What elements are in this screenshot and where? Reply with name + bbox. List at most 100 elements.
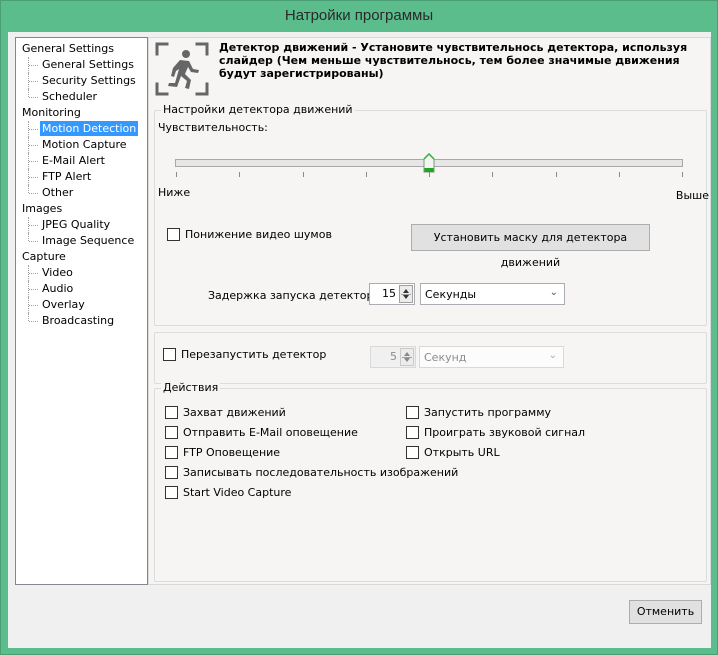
detector-settings-title: Настройки детектора движений [161,103,355,117]
action-checkbox[interactable] [406,426,419,439]
sensitivity-slider-thumb[interactable] [423,152,435,173]
tree-item-label: Other [42,186,74,199]
slider-min-label: Ниже [158,186,191,199]
slider-tick [492,172,493,177]
tree-item-label: Capture [22,250,66,263]
action-checkbox-row[interactable]: Записывать последовательность изображени… [165,466,458,479]
action-checkbox-row[interactable]: Start Video Capture [165,486,291,499]
tree-item[interactable]: Motion Capture [16,137,147,153]
action-label: Запустить программу [424,406,551,419]
action-checkbox[interactable] [406,406,419,419]
noise-reduction-label: Понижение видео шумов [185,228,332,241]
slider-tick [682,172,683,177]
tree-item[interactable]: JPEG Quality [16,217,147,233]
tree-item-label: Scheduler [42,90,98,103]
tree-item[interactable]: Broadcasting [16,313,147,329]
tree-item-label: General Settings [22,42,114,55]
chevron-down-icon: ⌄ [549,287,558,298]
tree-item-label: General Settings [42,58,134,71]
action-checkbox-row[interactable]: FTP Оповещение [165,446,280,459]
slider-tick [366,172,367,177]
tree-item[interactable]: Motion Detection [16,121,147,137]
slider-tick [556,172,557,177]
tree-item-label: Image Sequence [42,234,135,247]
noise-reduction-checkbox-row[interactable]: Понижение видео шумов [167,228,332,241]
settings-window: Натройки программы General Settings Gener… [0,0,718,655]
action-checkbox-row[interactable]: Захват движений [165,406,286,419]
tree-item[interactable]: Scheduler [16,89,147,105]
tree-item[interactable]: Audio [16,281,147,297]
tree-item[interactable]: Monitoring [16,105,147,121]
settings-tree[interactable]: General Settings General Settings Security… [15,37,148,585]
tree-item[interactable]: E-Mail Alert [16,153,147,169]
restart-interval-unit-select[interactable]: Секунд ⌄ [419,346,564,368]
tree-item-label: Video [42,266,73,279]
action-label: Start Video Capture [183,486,292,499]
tree-item[interactable]: FTP Alert [16,169,147,185]
tree-item[interactable]: General Settings [16,57,147,73]
window-title: Натройки программы [284,7,434,24]
detector-settings-group: Настройки детектора движений Чувствитель… [154,103,709,326]
spinner-arrows[interactable] [399,285,413,303]
action-label: Отправить E-Mail оповещение [183,426,358,439]
action-checkbox[interactable] [165,446,178,459]
detector-delay-value: 15 [382,287,396,300]
action-checkbox[interactable] [165,466,178,479]
motion-detection-panel: Детектор движений - Установите чувствите… [148,37,711,585]
restart-interval-value: 5 [390,350,397,363]
tree-item-label: FTP Alert [42,170,92,183]
action-label: Открыть URL [424,446,500,459]
tree-item[interactable]: Other [16,185,147,201]
detector-delay-label: Задержка запуска детектора: [208,289,384,302]
action-checkbox-row[interactable]: Запустить программу [406,406,551,419]
tree-item-label: JPEG Quality [42,218,111,231]
tree-item-label: Broadcasting [42,314,115,327]
motion-detector-description: Детектор движений - Установите чувствите… [219,41,688,80]
dialog-client-area: General Settings General Settings Security… [8,32,711,648]
tree-item-label: Motion Detection [40,121,139,136]
action-checkbox-row[interactable]: Отправить E-Mail оповещение [165,426,358,439]
tree-item[interactable]: General Settings [16,41,147,57]
cancel-button[interactable]: Отменить [629,600,702,624]
spinner-arrows[interactable] [400,348,414,366]
restart-detector-checkbox-row[interactable]: Перезапустить детектор [163,348,326,361]
slider-max-label: Выше [675,189,709,202]
slider-tick [176,172,177,177]
tree-item[interactable]: Image Sequence [16,233,147,249]
tree-item[interactable]: Video [16,265,147,281]
slider-tick [619,172,620,177]
restart-detector-group: Перезапустить детектор 5 Секунд ⌄ [154,332,707,384]
tree-item[interactable]: Overlay [16,297,147,313]
action-checkbox[interactable] [165,426,178,439]
restart-detector-checkbox[interactable] [163,348,176,361]
tree-item[interactable]: Capture [16,249,147,265]
set-motion-mask-button[interactable]: Установить маску для детектора движений [411,224,650,269]
restart-interval-spinner[interactable]: 5 [370,346,416,368]
detector-delay-spinner[interactable]: 15 [369,283,415,305]
noise-reduction-checkbox[interactable] [167,228,180,241]
detector-delay-unit-value: Секунды [425,288,477,301]
actions-title: Действия [161,381,221,395]
tree-item[interactable]: Security Settings [16,73,147,89]
tree-item-label: Security Settings [42,74,136,87]
slider-tick [239,172,240,177]
action-label: Захват движений [183,406,286,419]
action-checkbox[interactable] [406,446,419,459]
chevron-down-icon: ⌄ [548,350,557,361]
action-checkbox-row[interactable]: Открыть URL [406,446,500,459]
tree-item-label: Monitoring [22,106,81,119]
action-checkbox[interactable] [165,406,178,419]
tree-item[interactable]: Images [16,201,147,217]
tree-item-label: Overlay [42,298,85,311]
actions-group: Действия Захват движений Отправить E-Mail… [154,381,707,582]
action-label: FTP Оповещение [183,446,281,459]
tree-item-label: E-Mail Alert [42,154,105,167]
action-checkbox-row[interactable]: Проиграть звуковой сигнал [406,426,585,439]
action-label: Проиграть звуковой сигнал [424,426,586,439]
detector-delay-unit-select[interactable]: Секунды ⌄ [420,283,565,305]
tree-item-label: Images [22,202,63,215]
tree-item-label: Audio [42,282,74,295]
slider-tick [303,172,304,177]
action-checkbox[interactable] [165,486,178,499]
restart-interval-unit-value: Секунд [424,351,467,364]
